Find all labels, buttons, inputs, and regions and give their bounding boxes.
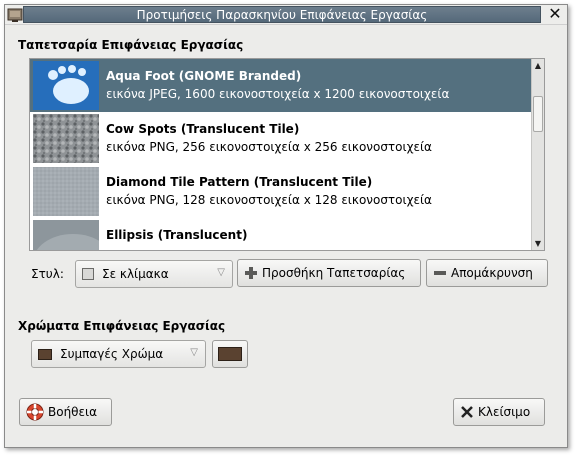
add-wallpaper-button[interactable]: Προσθήκη Ταπετσαρίας (237, 259, 421, 287)
wallpaper-item-title: Diamond Tile Pattern (Translucent Tile) (106, 175, 373, 189)
color-mode-combo[interactable]: Συμπαγές Χρώμα ▽ (31, 340, 206, 368)
close-window-icon[interactable]: ✕ (547, 5, 563, 23)
style-label: Στυλ: (31, 267, 64, 281)
add-wallpaper-label: Προσθήκη Ταπετσαρίας (262, 266, 406, 280)
wallpaper-item-title: Ellipsis (Translucent) (106, 228, 248, 242)
wallpaper-item-desc: εικόνα PNG, 128 εικονοστοιχεία x 128 εικ… (106, 193, 432, 207)
wallpaper-item-desc: εικόνα PNG, 256 εικονοστοιχεία x 256 εικ… (106, 140, 432, 154)
style-combo[interactable]: Σε κλίμακα ▽ (75, 260, 233, 288)
lifebuoy-help-icon (26, 403, 44, 421)
wallpaper-list-scrollbar[interactable]: ▲ ▼ (531, 59, 544, 250)
wallpaper-item-diamond-tile[interactable]: Diamond Tile Pattern (Translucent Tile) … (30, 165, 532, 218)
wallpaper-list[interactable]: Aqua Foot (GNOME Branded) εικόνα JPEG, 1… (29, 58, 545, 251)
scaled-style-icon (82, 268, 94, 280)
cow-spots-thumbnail-icon (33, 114, 99, 163)
title-bar[interactable]: Προτιμήσεις Παρασκηνίου Επιφάνειας Εργασ… (5, 5, 567, 25)
gnome-foot-thumbnail-icon (33, 61, 99, 110)
help-label: Βοήθεια (48, 405, 97, 419)
close-label: Κλείσιμο (478, 405, 531, 419)
preferences-window: Προτιμήσεις Παρασκηνίου Επιφάνειας Εργασ… (4, 4, 568, 448)
wallpaper-item-cow-spots[interactable]: Cow Spots (Translucent Tile) εικόνα PNG,… (30, 112, 532, 165)
color-mode-value: Συμπαγές Χρώμα (60, 347, 164, 361)
style-value: Σε κλίμακα (102, 267, 169, 281)
solid-color-swatch-icon (38, 348, 52, 360)
color-picker-button[interactable] (212, 340, 248, 368)
wallpaper-section-title: Ταπετσαρία Επιφάνειας Εργασίας (18, 38, 244, 52)
add-plus-icon (245, 267, 257, 279)
wallpaper-item-ellipsis[interactable]: Ellipsis (Translucent) (30, 218, 532, 250)
help-button[interactable]: Βοήθεια (19, 398, 112, 426)
remove-wallpaper-button[interactable]: Απομάκρυνση (426, 259, 548, 287)
close-x-icon (461, 406, 473, 418)
scroll-down-arrow-icon[interactable]: ▼ (532, 237, 544, 250)
diamond-tile-thumbnail-icon (33, 167, 99, 216)
scroll-up-arrow-icon[interactable]: ▲ (532, 59, 544, 72)
wallpaper-item-aqua-foot[interactable]: Aqua Foot (GNOME Branded) εικόνα JPEG, 1… (30, 59, 532, 112)
chevron-down-icon: ▽ (217, 267, 225, 278)
color-swatch (218, 347, 242, 361)
wallpaper-item-title: Aqua Foot (GNOME Branded) (106, 69, 302, 83)
wallpaper-item-title: Cow Spots (Translucent Tile) (106, 122, 300, 136)
close-button[interactable]: Κλείσιμο (453, 398, 545, 426)
scrollbar-thumb[interactable] (533, 96, 543, 132)
wallpaper-item-desc: εικόνα JPEG, 1600 εικονοστοιχεία x 1200 … (106, 87, 450, 101)
window-menu-icon[interactable] (7, 7, 23, 23)
chevron-down-icon: ▽ (190, 347, 198, 358)
remove-wallpaper-label: Απομάκρυνση (451, 266, 533, 280)
ellipsis-thumbnail-icon (33, 220, 99, 250)
colors-section-title: Χρώματα Επιφάνειας Εργασίας (18, 319, 226, 333)
window-title: Προτιμήσεις Παρασκηνίου Επιφάνειας Εργασ… (23, 6, 541, 23)
remove-minus-icon (434, 271, 446, 275)
